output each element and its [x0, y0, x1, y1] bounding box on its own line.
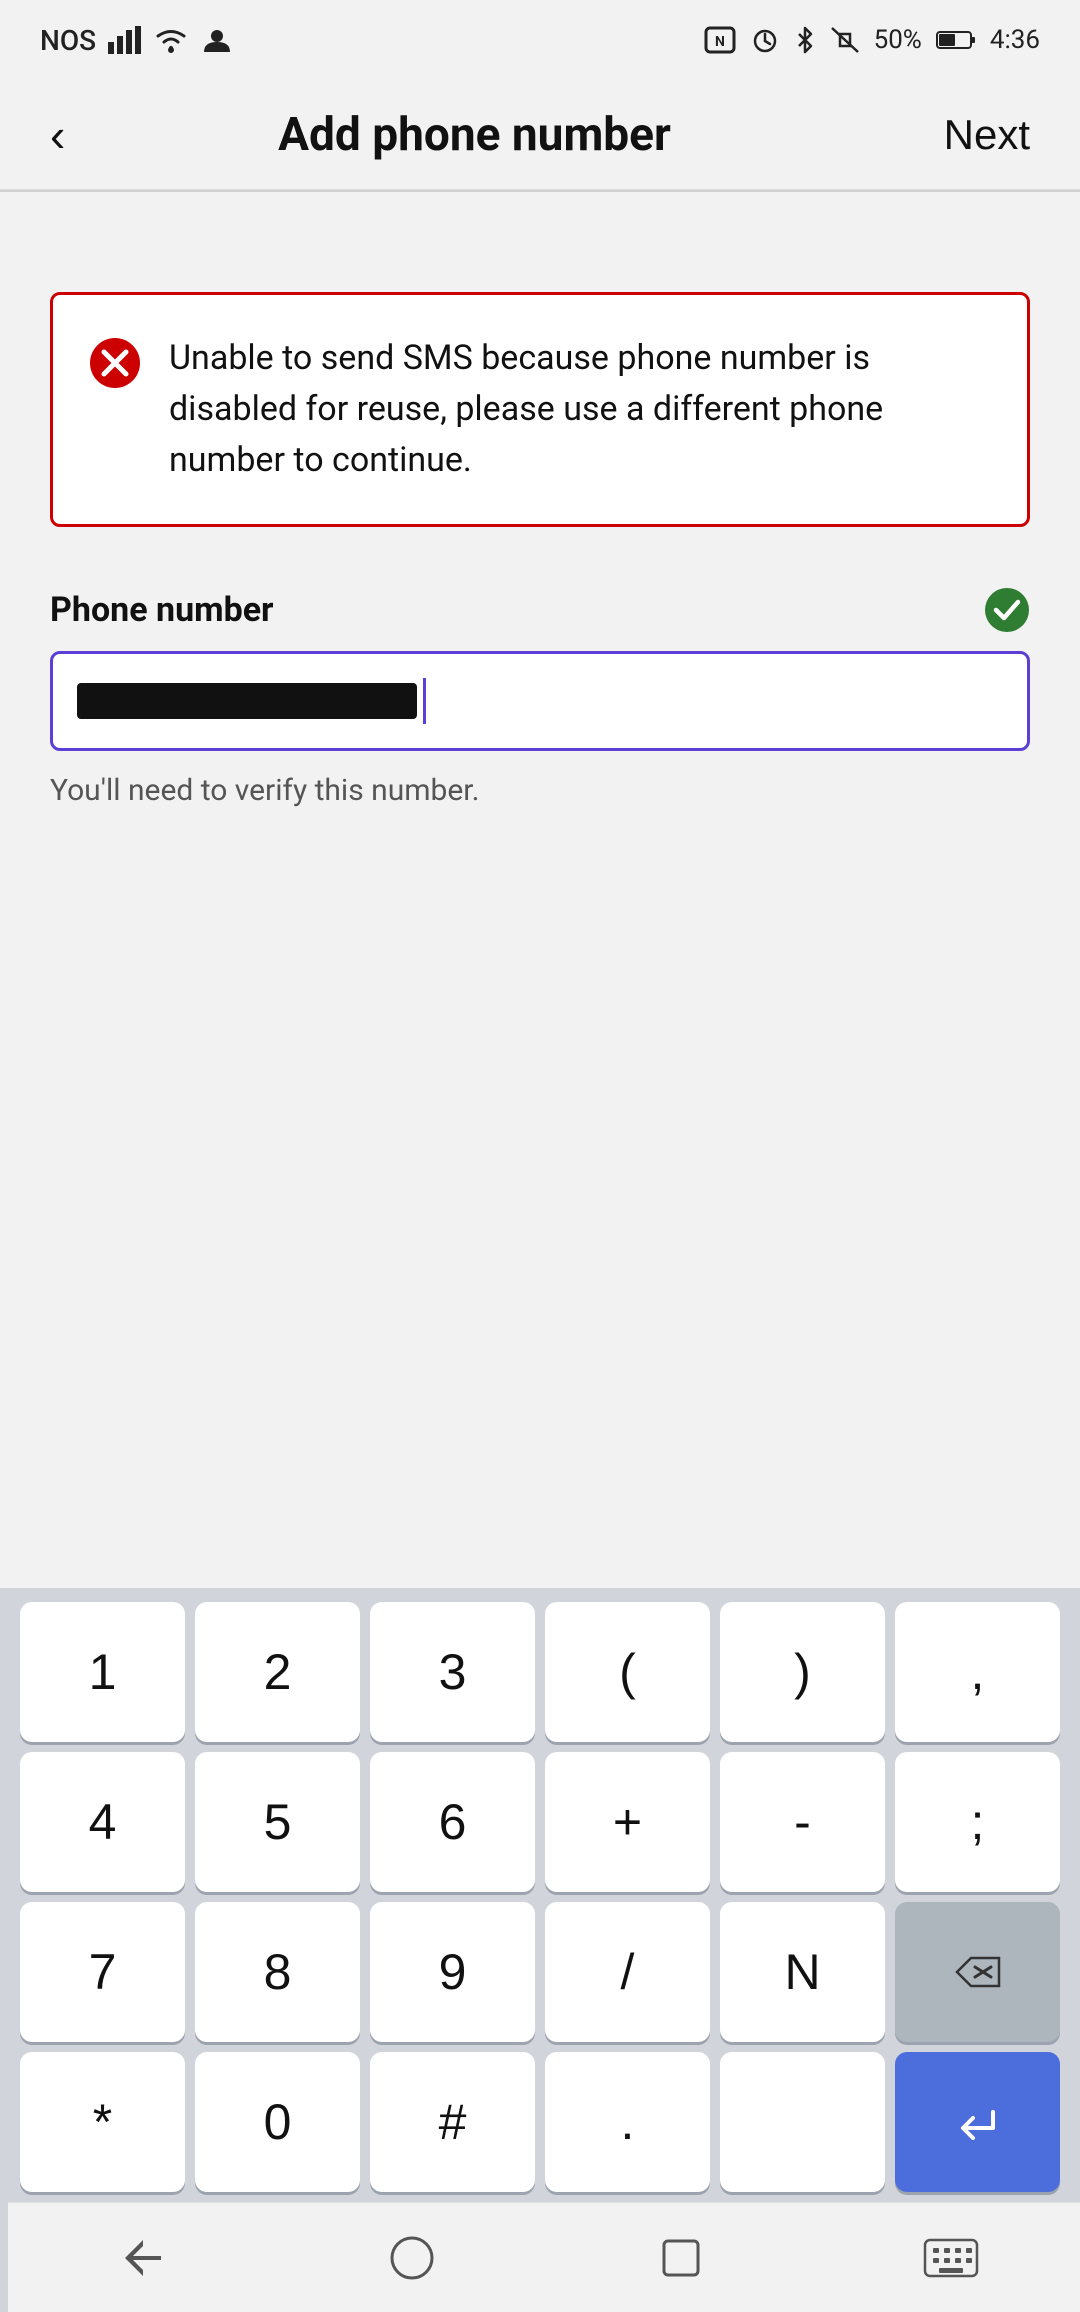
page-title: Add phone number [15, 108, 933, 162]
key-slash[interactable]: / [545, 1902, 710, 2042]
key-open-paren[interactable]: ( [545, 1602, 710, 1742]
status-left: NOS [40, 24, 234, 57]
key-close-paren[interactable]: ) [720, 1602, 885, 1742]
key-8[interactable]: 8 [195, 1902, 360, 2042]
error-box: Unable to send SMS because phone number … [50, 292, 1030, 527]
error-icon [89, 337, 141, 389]
key-backspace[interactable] [895, 1902, 1060, 2042]
key-comma[interactable]: , [895, 1602, 1060, 1742]
backspace-icon [953, 1954, 1003, 1990]
keyboard-row-3: 7 8 9 / N [8, 1902, 1072, 2042]
key-5[interactable]: 5 [195, 1752, 360, 1892]
enter-icon [953, 2102, 1003, 2142]
nav-back-button[interactable] [107, 2222, 179, 2294]
mute-icon [830, 26, 860, 54]
key-minus[interactable]: - [720, 1752, 885, 1892]
nav-bar [8, 2202, 1080, 2312]
nav-keyboard-button[interactable] [913, 2228, 989, 2288]
key-space[interactable] [720, 2052, 885, 2192]
key-3[interactable]: 3 [370, 1602, 535, 1742]
nav-recents-button[interactable] [646, 2223, 716, 2293]
status-right: N 50% 4:36 [704, 25, 1040, 55]
bluetooth-icon [794, 26, 816, 54]
field-label: Phone number [50, 590, 274, 630]
key-star[interactable]: * [20, 2052, 185, 2192]
key-2[interactable]: 2 [195, 1602, 360, 1742]
key-6[interactable]: 6 [370, 1752, 535, 1892]
carrier-label: NOS [40, 24, 96, 57]
check-icon [984, 587, 1030, 633]
next-button[interactable]: Next [934, 101, 1040, 169]
time-label: 4:36 [990, 25, 1040, 55]
error-message: Unable to send SMS because phone number … [169, 333, 991, 486]
signal-icon [108, 26, 142, 54]
field-label-row: Phone number [50, 587, 1030, 633]
phone-input-field[interactable] [50, 651, 1030, 751]
alarm-icon [750, 26, 780, 54]
battery-label: 50% [874, 25, 922, 55]
key-4[interactable]: 4 [20, 1752, 185, 1892]
key-plus[interactable]: + [545, 1752, 710, 1892]
keyboard-row-4: * 0 # . [8, 2052, 1072, 2192]
status-bar: NOS N [0, 0, 1080, 80]
text-cursor [423, 678, 426, 724]
keyboard-row-2: 4 5 6 + - ; [8, 1752, 1072, 1892]
phone-number-value [77, 683, 417, 719]
nfc-icon: N [704, 26, 736, 54]
key-hash[interactable]: # [370, 2052, 535, 2192]
account-icon [200, 26, 234, 54]
svg-text:N: N [715, 34, 725, 50]
nav-keyboard-icon [923, 2238, 979, 2278]
key-7[interactable]: 7 [20, 1902, 185, 2042]
hint-text: You'll need to verify this number. [50, 773, 480, 808]
battery-icon [936, 29, 976, 51]
nav-back-icon [117, 2232, 169, 2284]
nav-home-button[interactable] [376, 2222, 448, 2294]
nav-recents-icon [656, 2233, 706, 2283]
nav-home-icon [386, 2232, 438, 2284]
key-n[interactable]: N [720, 1902, 885, 2042]
key-period[interactable]: . [545, 2052, 710, 2192]
keyboard-row-1: 1 2 3 ( ) , [8, 1602, 1072, 1742]
content-area: Unable to send SMS because phone number … [0, 192, 1080, 808]
key-enter[interactable] [895, 2052, 1060, 2192]
wifi-icon [154, 26, 188, 54]
key-0[interactable]: 0 [195, 2052, 360, 2192]
key-1[interactable]: 1 [20, 1602, 185, 1742]
key-semicolon[interactable]: ; [895, 1752, 1060, 1892]
top-nav: ‹ Add phone number Next [0, 80, 1080, 190]
key-9[interactable]: 9 [370, 1902, 535, 2042]
keyboard: 1 2 3 ( ) , 4 5 6 + - ; 7 8 9 / N * 0 # [0, 1588, 1080, 2312]
